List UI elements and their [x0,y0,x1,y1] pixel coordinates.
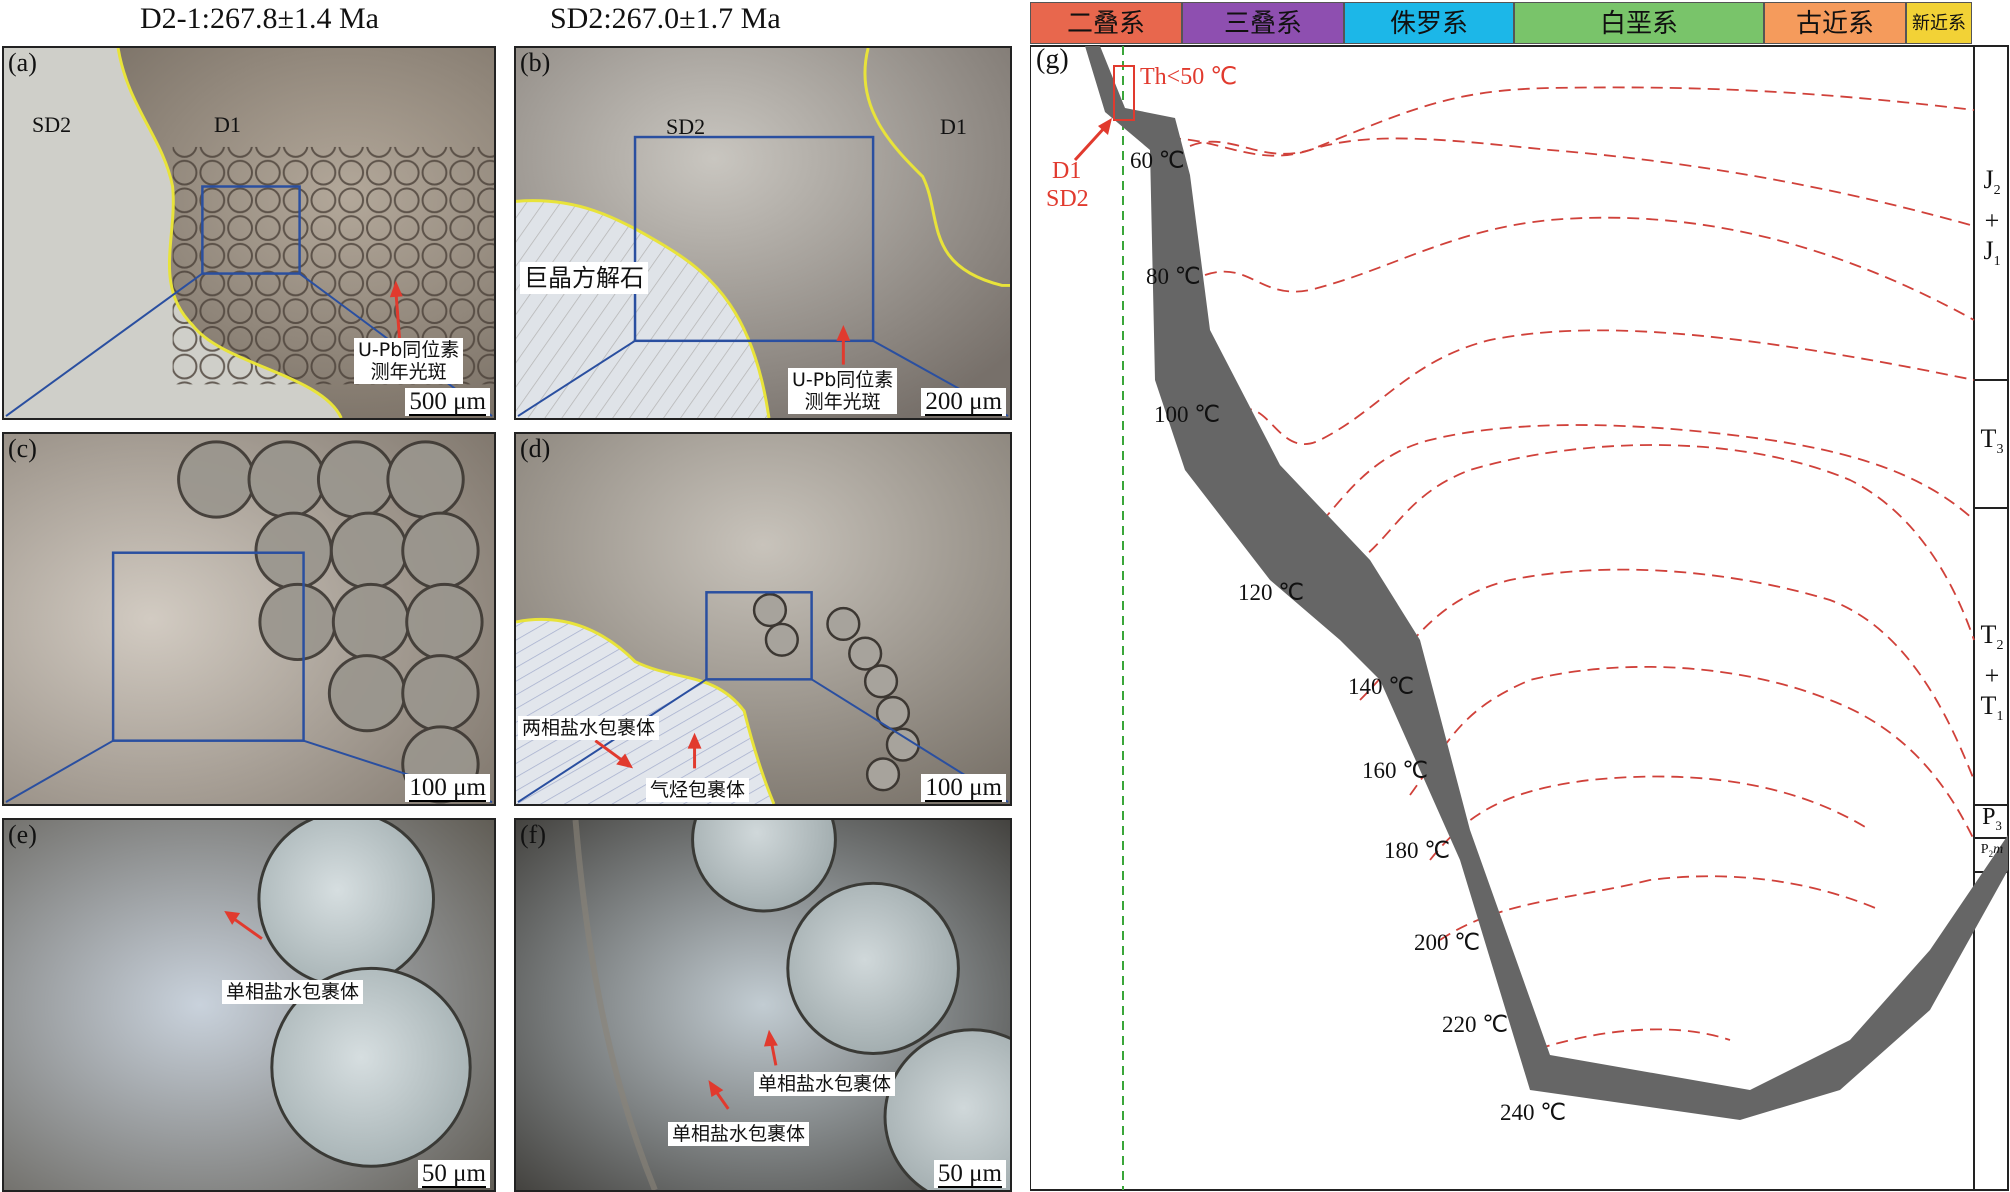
sample-label-d1: D1 [1052,158,1082,184]
panel-e-scale-bar: 50 μm [417,1160,490,1188]
panel-d-inclusion-label-1: 两相盐水包裹体 [518,716,660,740]
isotherm-label-220: 220 ℃ [1442,1012,1509,1037]
micrograph-d [516,434,1010,804]
panel-a: (a) SD2 D1 U-Pb同位素 测年光斑 500 μm [2,46,496,420]
panel-b: (b) SD2 D1 巨晶方解石 U-Pb同位素 测年光斑 200 μm [514,46,1012,420]
isotherm-label-200: 200 ℃ [1414,930,1481,955]
panel-f-inclusion-label-2: 单相盐水包裹体 [668,1122,810,1146]
panel-a-scale-bar: 500 μm [405,388,490,416]
strata-t2-t1: T2 + T1 [1980,620,2004,725]
strata-p2m: P2m [1980,842,2004,859]
period-4: 古近系 [1764,2,1906,44]
strata-j2-j1: J2 + J1 [1983,165,2001,270]
isotherm-label-60: 60 ℃ [1130,148,1185,173]
strata-t3: T3 [1980,424,2004,458]
isotherm-label-180: 180 ℃ [1384,838,1451,863]
panel-b-mineral-label: 巨晶方解石 [520,262,648,294]
th-label: Th<50 ℃ [1140,64,1238,90]
panel-g-burial-history: 二叠系 三叠系 侏罗系 白垩系 古近系 新近系 (g) Th<50 ℃ D1 SD2 60… [1030,0,2010,1192]
title-right: SD2:267.0±1.7 Ma [550,2,781,35]
period-2: 侏罗系 [1344,2,1514,44]
isotherm-label-100: 100 ℃ [1154,402,1221,427]
title-left: D2-1:267.8±1.4 Ma [140,2,379,35]
panel-a-spot-label: U-Pb同位素 测年光斑 [354,338,464,384]
micrograph-b [516,48,1010,418]
panel-f: (f) 单相盐水包裹体 单相盐水包裹体 50 μm [514,818,1012,1192]
isotherm-label-80: 80 ℃ [1146,264,1201,289]
strata-p3: P3 [1982,804,2002,833]
panel-f-label: (f) [520,820,546,849]
micrograph-c [4,434,494,804]
burial-diagram [1030,45,2009,1191]
panel-f-scale-bar: 50 μm [933,1160,1006,1188]
panel-a-label: (a) [8,48,37,77]
isotherm-label-160: 160 ℃ [1362,758,1429,783]
panel-e-inclusion-label: 单相盐水包裹体 [222,980,364,1004]
panel-d-inclusion-label-2: 气烃包裹体 [646,778,750,802]
period-1: 三叠系 [1182,2,1344,44]
panel-b-label: (b) [520,48,551,77]
panel-e: (e) 单相盐水包裹体 50 μm [2,818,496,1192]
panel-b-zone-right: D1 [940,114,967,139]
panel-c-label: (c) [8,434,37,463]
panel-f-inclusion-label-1: 单相盐水包裹体 [754,1072,896,1096]
panel-d: (d) 两相盐水包裹体 气烃包裹体 100 μm [514,432,1012,806]
panel-b-zone-left: SD2 [666,114,706,139]
panel-b-spot-label: U-Pb同位素 测年光斑 [788,368,898,414]
panel-c: (c) 100 μm [2,432,496,806]
micrograph-e [4,820,494,1190]
isotherm-label-140: 140 ℃ [1348,674,1415,699]
panel-g-label: (g) [1036,44,1069,75]
panel-b-scale-bar: 200 μm [921,388,1006,416]
panel-d-label: (d) [520,434,551,463]
panel-e-label: (e) [8,820,37,849]
panel-a-zone-left: SD2 [32,112,72,137]
isotherm-label-240: 240 ℃ [1500,1100,1567,1125]
panel-c-scale-bar: 100 μm [405,774,490,802]
sample-label-sd2: SD2 [1046,186,1089,212]
period-5: 新近系 [1906,2,1972,44]
period-3: 白垩系 [1514,2,1764,44]
panel-d-scale-bar: 100 μm [921,774,1006,802]
panel-a-zone-right: D1 [214,112,241,137]
isotherm-label-120: 120 ℃ [1238,580,1305,605]
period-0: 二叠系 [1030,2,1182,44]
